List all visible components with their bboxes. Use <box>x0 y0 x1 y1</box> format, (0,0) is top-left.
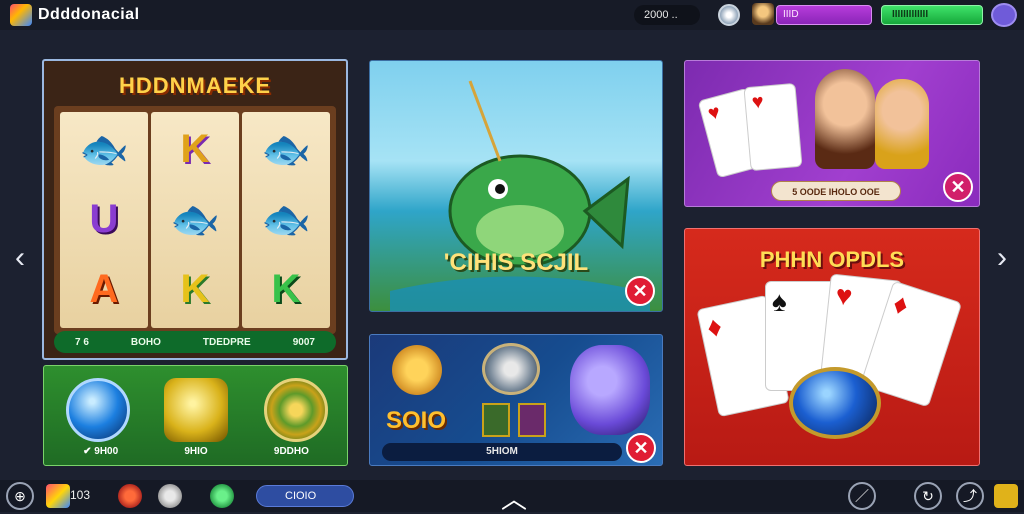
close-button[interactable]: ✕ <box>625 276 655 306</box>
edit-icon[interactable]: ／ <box>848 482 876 510</box>
slot-footer-item: BOHO <box>130 336 161 348</box>
blue-orb-icon <box>66 378 130 442</box>
slot-footer-item: TDEDPRE <box>202 336 251 348</box>
poker-footer: 5 OODE IHOLO OOE <box>771 181 901 201</box>
blue-orb-icon <box>789 367 881 439</box>
fire-icon[interactable] <box>118 484 142 508</box>
close-button[interactable]: ✕ <box>626 433 656 463</box>
grid-icon[interactable] <box>994 484 1018 508</box>
reel-3: 🐟 🐟 K <box>242 112 330 328</box>
green-status-field[interactable]: IIIIIIIIIIIII <box>881 5 983 25</box>
ocean-game-card[interactable]: SOIO 5HIOM ✕ <box>369 334 663 466</box>
reel-symbol: K <box>180 126 210 171</box>
slot-footer-item: 7 6 <box>75 336 89 348</box>
fishing-game-card[interactable]: 'CIHIS SCJIL ✕ <box>369 60 663 312</box>
gems-game-card[interactable]: ✔ 9H00 9HIO 9DDHO <box>43 365 348 466</box>
share-icon[interactable]: ⤴ <box>956 482 984 510</box>
character-portrait <box>875 79 929 169</box>
counter-value: 103 <box>70 488 91 502</box>
menu-button[interactable] <box>991 3 1017 27</box>
gems-label: ✔ 9H00 <box>83 446 119 457</box>
chevron-up-icon[interactable]: ︿ <box>492 484 536 514</box>
fish-icon: 🐟 <box>261 127 311 172</box>
golden-fish-icon <box>392 345 442 395</box>
app-name: Ddddonacial <box>38 6 140 23</box>
reel-1: 🐟 U A <box>60 112 148 328</box>
reel-symbol: A <box>89 266 119 311</box>
settings-ring-icon[interactable]: ⊕ <box>6 482 34 510</box>
bottom-pill-button[interactable]: CIOIO <box>256 485 354 507</box>
ocean-footer: 5HIOM <box>382 443 622 461</box>
reel-symbol: U <box>89 196 119 241</box>
coin-balance: 2000 .. <box>634 5 700 25</box>
disc-icon[interactable] <box>718 4 740 26</box>
fish-icon: 🐟 <box>79 127 129 172</box>
reel-symbol: K <box>271 266 301 311</box>
card-game-title: PHHN OPDLS <box>759 247 905 272</box>
refresh-icon[interactable]: ↻ <box>914 482 942 510</box>
gold-coin-icon <box>264 378 328 442</box>
slot-game-title: HDDNMAEKE <box>119 73 271 98</box>
gems-footer: ✔ 9H00 9HIO 9DDHO <box>50 446 342 462</box>
small-tile-icon <box>482 403 510 437</box>
ocean-game-title: SOIO <box>386 407 447 434</box>
purple-status-field[interactable]: IIID <box>776 5 872 25</box>
slot-footer-item: 9007 <box>292 336 315 348</box>
slot-game-card[interactable]: HDDNMAEKE 🐟 U A K 🐟 K 🐟 🐟 K 7 6 BOHO TDE… <box>42 59 348 360</box>
fishing-game-title: 'CIHIS SCJIL <box>443 249 589 276</box>
playing-card: ♥ <box>743 82 803 172</box>
poker-game-card[interactable]: ♥ ♥ 5 OODE IHOLO OOE ✕ <box>684 60 980 207</box>
next-arrow-button[interactable]: › <box>990 240 1014 276</box>
logo-icon <box>10 4 32 26</box>
slot-reels: 🐟 U A K 🐟 K 🐟 🐟 K <box>54 106 336 334</box>
close-button[interactable]: ✕ <box>943 172 973 202</box>
reel-2: K 🐟 K <box>151 112 239 328</box>
avatar[interactable] <box>752 3 774 25</box>
cube-icon[interactable] <box>46 484 70 508</box>
prev-arrow-button[interactable]: ‹ <box>8 240 32 276</box>
fish-icon: 🐟 <box>261 197 311 242</box>
gems-label: 9DDHO <box>273 446 309 457</box>
small-tile-icon <box>518 403 546 437</box>
character-portrait <box>815 69 875 169</box>
app-logo[interactable]: Ddddonacial <box>10 4 140 26</box>
ring-icon <box>482 343 540 395</box>
gold-gem-icon <box>164 378 228 442</box>
green-orb-icon[interactable] <box>210 484 234 508</box>
slot-footer-bar: 7 6 BOHO TDEDPRE 9007 <box>54 331 336 353</box>
purple-fish-icon <box>570 345 650 435</box>
gear-icon[interactable] <box>158 484 182 508</box>
gems-label: 9HIO <box>184 446 208 457</box>
reel-symbol: K <box>180 266 210 311</box>
card-game-card[interactable]: PHHN OPDLS ♦ ♠ ♥ ♦ <box>684 228 980 466</box>
fish-icon: 🐟 <box>170 197 220 242</box>
